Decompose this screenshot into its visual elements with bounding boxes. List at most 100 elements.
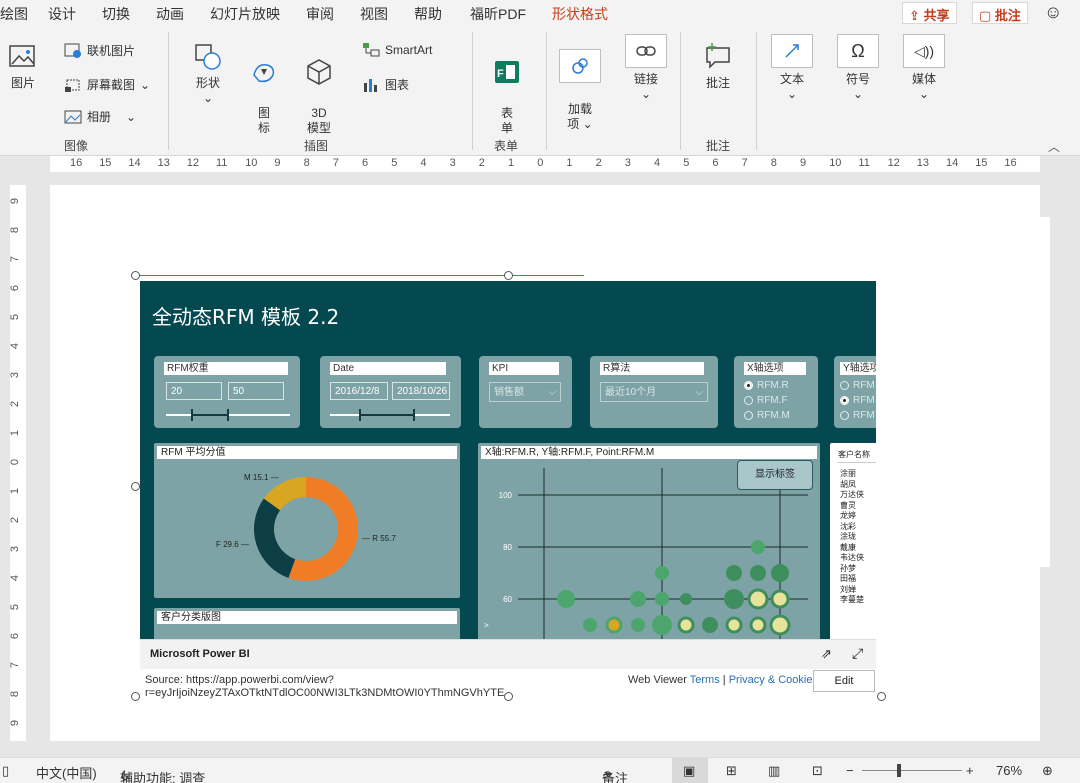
3d-models-button[interactable]: 3D 模型 xyxy=(300,42,338,136)
donut-chart[interactable] xyxy=(154,443,460,598)
rfm-weight-max-input[interactable]: 50 xyxy=(228,382,284,400)
feedback-smiley-icon[interactable]: ☺ xyxy=(1044,2,1062,23)
r-algorithm-slicer[interactable]: R算法 最近10个月 ⌵ xyxy=(590,356,718,428)
x-axis-options-label: X轴选项 xyxy=(744,362,806,375)
source-url: Source: https://app.powerbi.com/view?r=e… xyxy=(145,674,505,699)
online-picture-button[interactable]: 联机图片 xyxy=(64,42,135,59)
zoom-level[interactable]: 76% xyxy=(996,763,1022,778)
edit-button[interactable]: Edit xyxy=(813,670,875,692)
kpi-slicer[interactable]: KPI 销售额 ⌵ xyxy=(479,356,572,428)
tab-review[interactable]: 审阅 xyxy=(306,4,334,24)
customer-list-item[interactable]: 涂珑 xyxy=(840,532,864,543)
tab-foxit-pdf[interactable]: 福昕PDF xyxy=(470,4,526,24)
y-axis-options[interactable]: Y轴选项 RFM RFM RFM xyxy=(834,356,876,428)
resize-handle-top-left[interactable] xyxy=(131,271,140,280)
picture-button[interactable]: 图片 xyxy=(6,42,40,91)
symbols-button[interactable]: Ω 符号 ⌄ xyxy=(836,34,880,102)
date-slicer[interactable]: Date 2016/12/8 2018/10/26 xyxy=(320,356,461,428)
rfm-weight-min-input[interactable]: 20 xyxy=(166,382,222,400)
album-button[interactable]: 相册 ⌄ xyxy=(64,108,136,125)
shapes-button[interactable]: 形状 ⌄ xyxy=(190,42,226,106)
reading-view-icon[interactable]: ▥ xyxy=(768,763,780,779)
fit-slide-icon[interactable]: ⊕ xyxy=(1042,763,1053,779)
scatter-axis-marker: > xyxy=(484,621,489,630)
forms-button[interactable]: F 表 单 xyxy=(490,42,524,136)
tab-view[interactable]: 视图 xyxy=(360,4,388,24)
text-button[interactable]: 文本 ⌄ xyxy=(770,34,814,102)
y-axis-option-3[interactable]: RFM xyxy=(840,410,875,421)
date-from-input[interactable]: 2016/12/8 xyxy=(330,382,388,400)
ruler-tick-label: 2 xyxy=(595,157,602,169)
customer-list-item[interactable]: 万达侠 xyxy=(840,490,864,501)
customer-list-item[interactable]: 田福 xyxy=(840,574,864,585)
zoom-in-button[interactable]: + xyxy=(966,763,974,778)
privacy-link[interactable]: Privacy & Cookies xyxy=(729,674,818,686)
tab-draw[interactable]: 绘图 xyxy=(0,4,28,24)
link-icon xyxy=(625,34,667,68)
x-axis-options[interactable]: X轴选项 RFM.R RFM.F RFM.M xyxy=(734,356,818,428)
zoom-slider-track[interactable] xyxy=(862,770,962,771)
y-axis-option-2[interactable]: RFM xyxy=(840,395,875,406)
resize-handle-left[interactable] xyxy=(131,482,140,491)
rfm-weight-slider-handle[interactable] xyxy=(227,409,229,421)
comments-button[interactable]: ▢ 批注 xyxy=(972,2,1028,24)
customer-list-item[interactable]: 刘婵 xyxy=(840,585,864,596)
zoom-slider-thumb[interactable] xyxy=(897,764,901,777)
language-status[interactable]: 中文(中国) xyxy=(36,763,97,782)
icons-button[interactable]: 图 标 xyxy=(246,42,282,136)
kpi-dropdown[interactable]: 销售额 ⌵ xyxy=(489,382,561,402)
tab-shape-format[interactable]: 形状格式 xyxy=(552,4,608,24)
tab-animations[interactable]: 动画 xyxy=(156,4,184,24)
slide-sorter-icon[interactable]: ⊞ xyxy=(726,763,737,779)
media-button[interactable]: ◁)) 媒体 ⌄ xyxy=(902,34,946,102)
x-axis-option-m[interactable]: RFM.M xyxy=(744,410,790,421)
x-axis-option-f[interactable]: RFM.F xyxy=(744,395,788,406)
tab-design[interactable]: 设计 xyxy=(48,4,76,24)
ruler-tick-label: 8 xyxy=(10,226,22,234)
slideshow-icon[interactable]: ⊡ xyxy=(812,763,823,779)
customer-list-item[interactable]: 曹灵 xyxy=(840,501,864,512)
resize-handle-bottom-right[interactable] xyxy=(877,692,886,701)
rfm-weight-slider-handle[interactable] xyxy=(191,409,193,421)
customer-list-item[interactable]: 胡凤 xyxy=(840,480,864,491)
date-slider-handle[interactable] xyxy=(359,409,361,421)
customer-list-item[interactable]: 龙婷 xyxy=(840,511,864,522)
collapse-ribbon-icon[interactable]: ︿ xyxy=(1048,138,1060,155)
powerbi-embed[interactable]: 全动态RFM 模板 2.2 RFM权重 20 50 Date 2016/12/8… xyxy=(140,281,876,639)
tab-slideshow[interactable]: 幻灯片放映 xyxy=(210,4,280,24)
vertical-ruler: 9 8 7 6 5 4 3 2 1 0 1 2 3 4 5 6 7 8 9 xyxy=(10,185,26,741)
r-algorithm-dropdown[interactable]: 最近10个月 ⌵ xyxy=(600,382,708,402)
zoom-out-button[interactable]: − xyxy=(846,763,854,778)
ruler-tick-label: 4 xyxy=(654,157,661,169)
fullscreen-icon[interactable]: ⤢ xyxy=(852,645,863,662)
customer-list-item[interactable]: 韦达侠 xyxy=(840,553,864,564)
smartart-button[interactable]: SmartArt xyxy=(362,42,432,58)
tab-help[interactable]: 帮助 xyxy=(414,4,442,24)
customer-list-item[interactable]: 李蔓楚 xyxy=(840,595,864,606)
customer-list-item[interactable]: 沈彩 xyxy=(840,522,864,533)
terms-link[interactable]: Terms xyxy=(690,674,720,686)
customer-list-item[interactable]: 涂丽 xyxy=(840,469,864,480)
customer-list-panel[interactable]: 客户名称 涂丽 胡凤 万达侠 曹灵 龙婷 沈彩 涂珑 戴康 韦达侠 孙梦 田福 刘婵 李蔓楚 xyxy=(830,443,876,639)
customer-list-item[interactable]: 戴康 xyxy=(840,543,864,554)
customer-list-item[interactable]: 孙梦 xyxy=(840,564,864,575)
resize-handle-bottom-left[interactable] xyxy=(131,692,140,701)
chart-button[interactable]: 图表 xyxy=(362,76,409,93)
resize-handle-top[interactable] xyxy=(504,271,513,280)
share-button[interactable]: ⇪ 共享 xyxy=(902,2,957,24)
y-axis-option-1[interactable]: RFM xyxy=(840,380,875,391)
donut-slice-f[interactable] xyxy=(254,498,296,578)
link-button[interactable]: 链接 ⌄ xyxy=(624,34,668,102)
screenshot-button[interactable]: 屏幕截图 ⌄ xyxy=(64,76,150,93)
slide-indicator-icon: ▯ xyxy=(2,763,10,778)
x-axis-option-r[interactable]: RFM.R xyxy=(744,380,789,391)
date-slider-handle[interactable] xyxy=(413,409,415,421)
new-comment-button[interactable]: 批注 xyxy=(696,42,740,91)
addins-button[interactable]: 加载 项 ⌄ xyxy=(558,34,602,132)
rfm-weight-slicer[interactable]: RFM权重 20 50 xyxy=(154,356,300,428)
resize-handle-bottom[interactable] xyxy=(504,692,513,701)
share-icon[interactable]: ⇗ xyxy=(821,646,832,662)
tab-transitions[interactable]: 切换 xyxy=(102,4,130,24)
date-to-input[interactable]: 2018/10/26 xyxy=(392,382,450,400)
show-labels-button[interactable]: 显示标签 xyxy=(737,460,813,490)
